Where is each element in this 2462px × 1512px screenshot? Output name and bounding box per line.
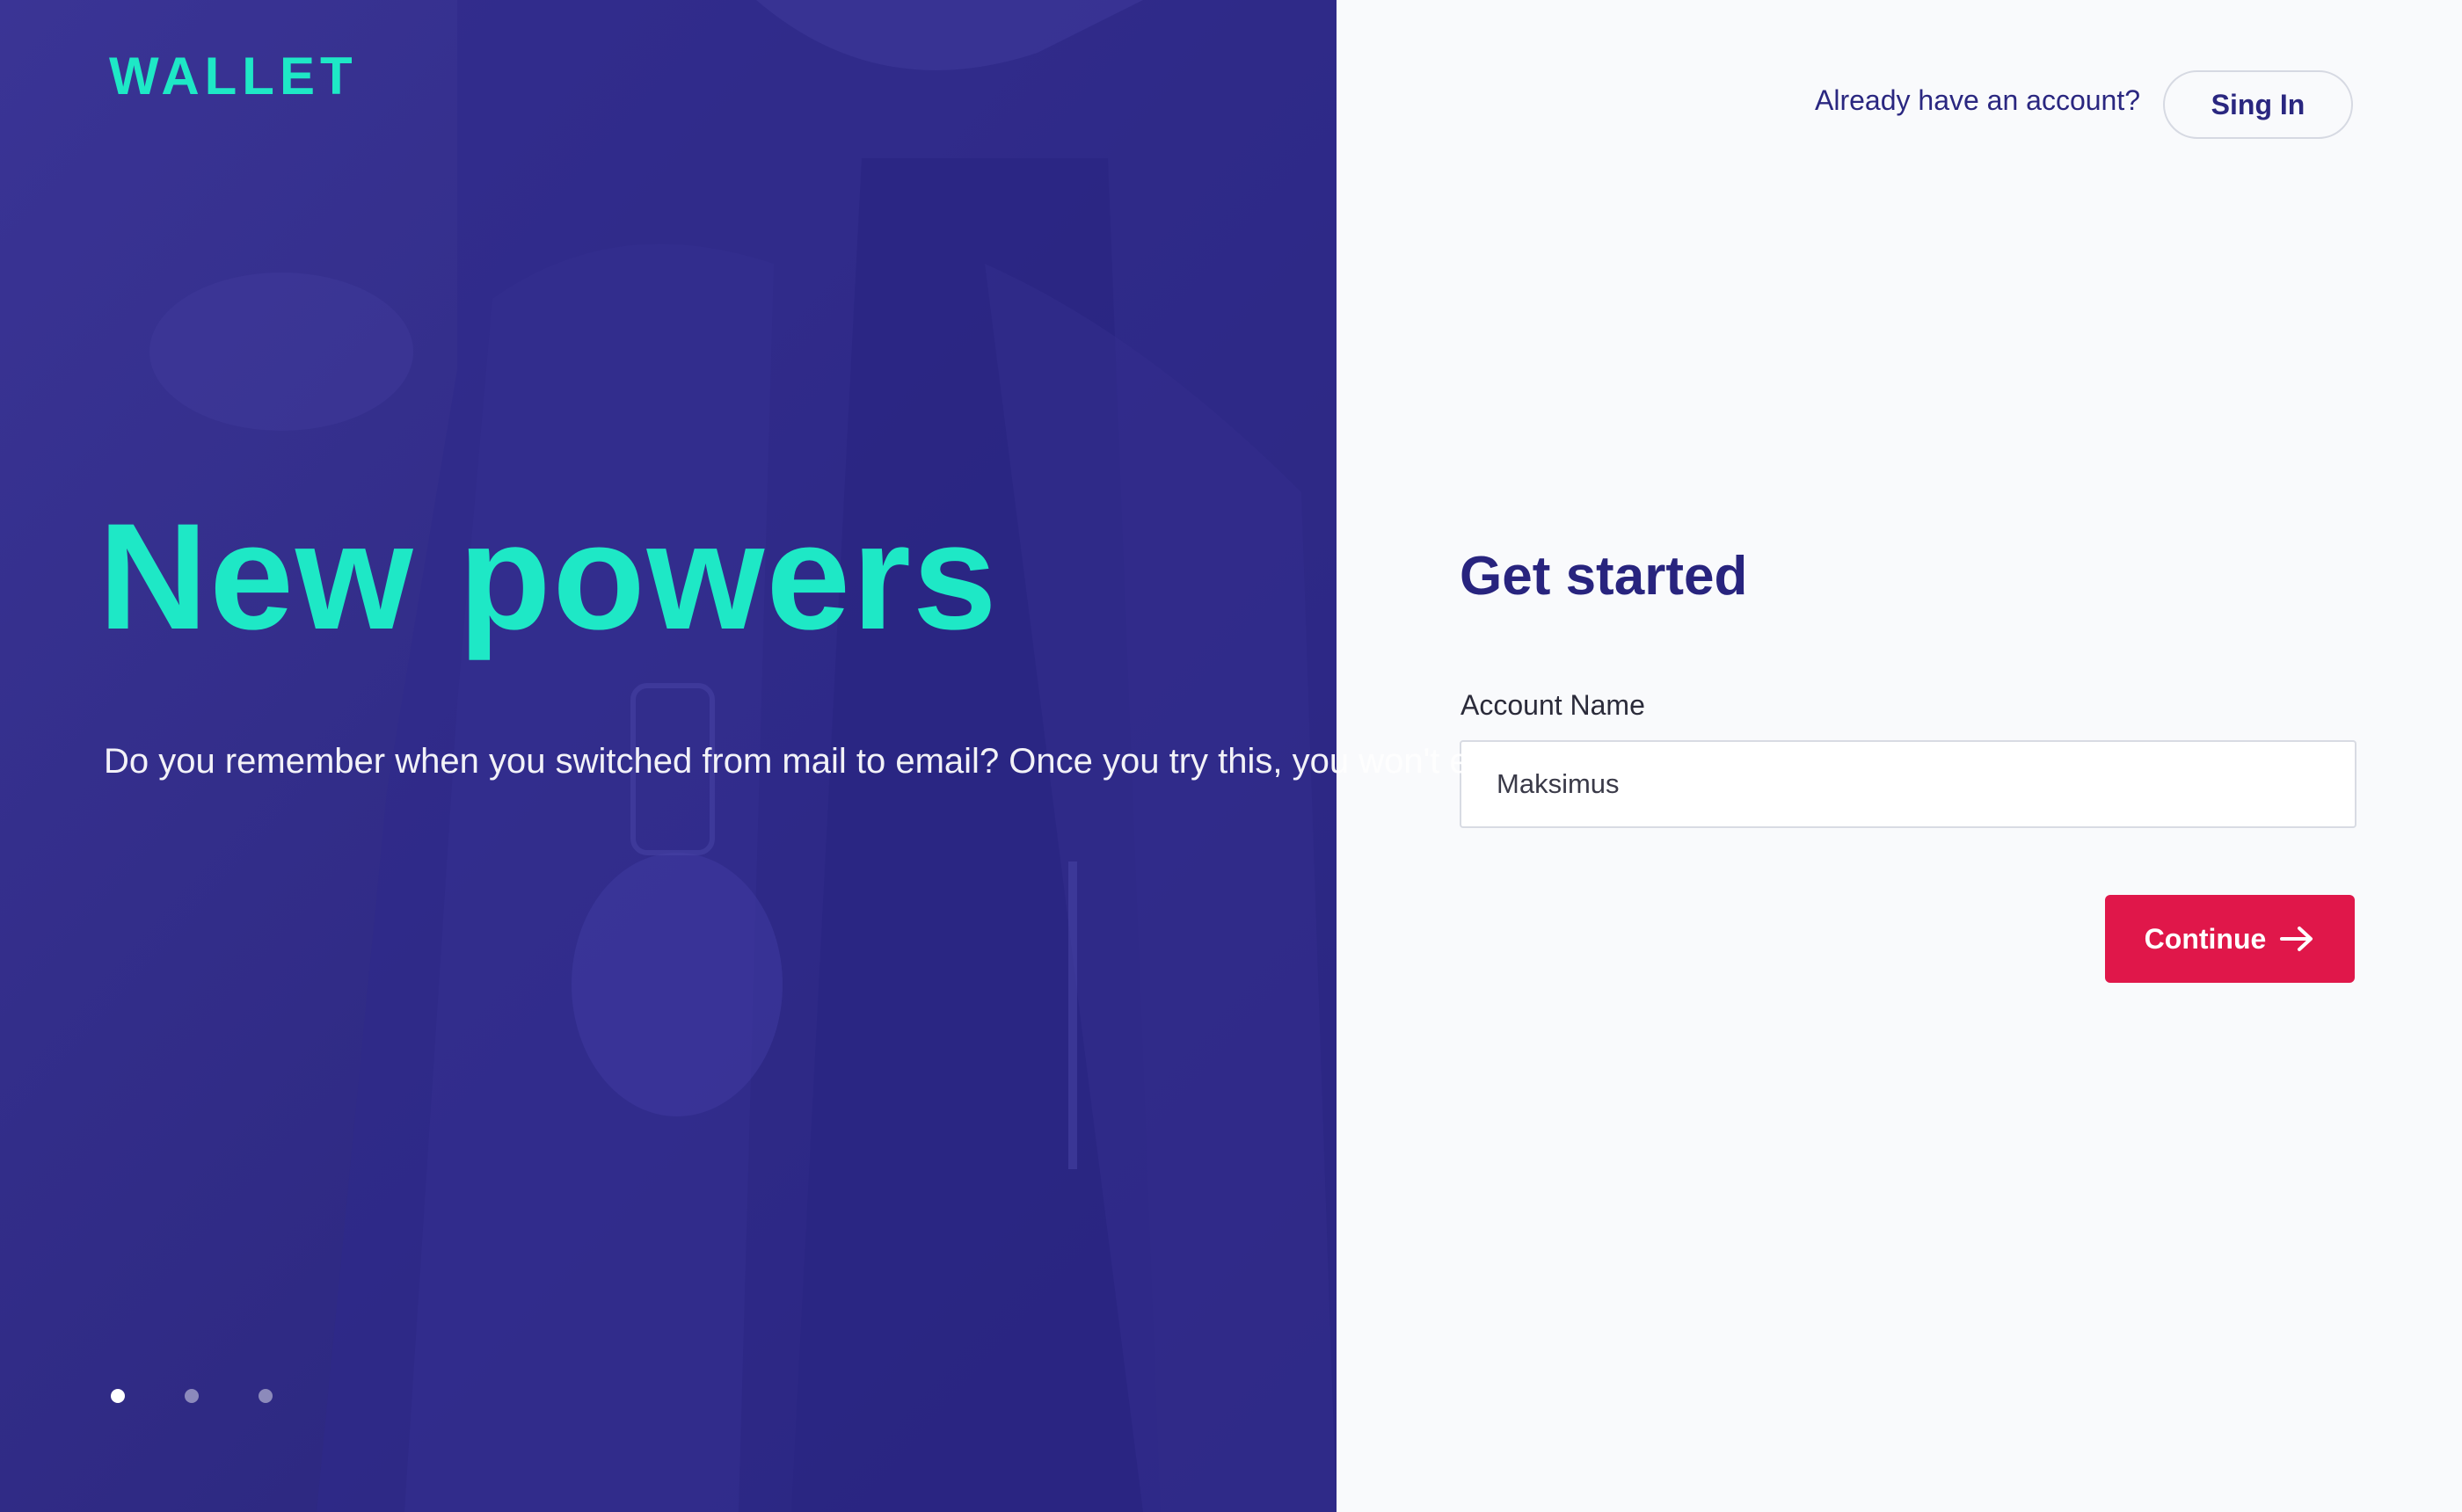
- form-title: Get started: [1460, 546, 1748, 607]
- carousel-dot-3[interactable]: [259, 1389, 273, 1403]
- carousel-dots: [111, 1389, 273, 1403]
- account-name-label: Account Name: [1460, 689, 1645, 721]
- signup-page: WALLET New powers Do you remember when y…: [0, 0, 2462, 1512]
- signin-prompt: Already have an account?: [1815, 84, 2141, 116]
- hero-headline: New powers: [98, 492, 999, 661]
- wallet-logo: WALLET: [109, 47, 358, 105]
- sign-in-button[interactable]: Sing In: [2163, 70, 2353, 139]
- arrow-right-icon: [2280, 926, 2315, 952]
- continue-label: Continue: [2144, 922, 2267, 955]
- hero-description: Do you remember when you switched from m…: [104, 742, 2167, 781]
- carousel-dot-2[interactable]: [185, 1389, 199, 1403]
- carousel-dot-1[interactable]: [111, 1389, 125, 1403]
- continue-button[interactable]: Continue: [2105, 895, 2355, 983]
